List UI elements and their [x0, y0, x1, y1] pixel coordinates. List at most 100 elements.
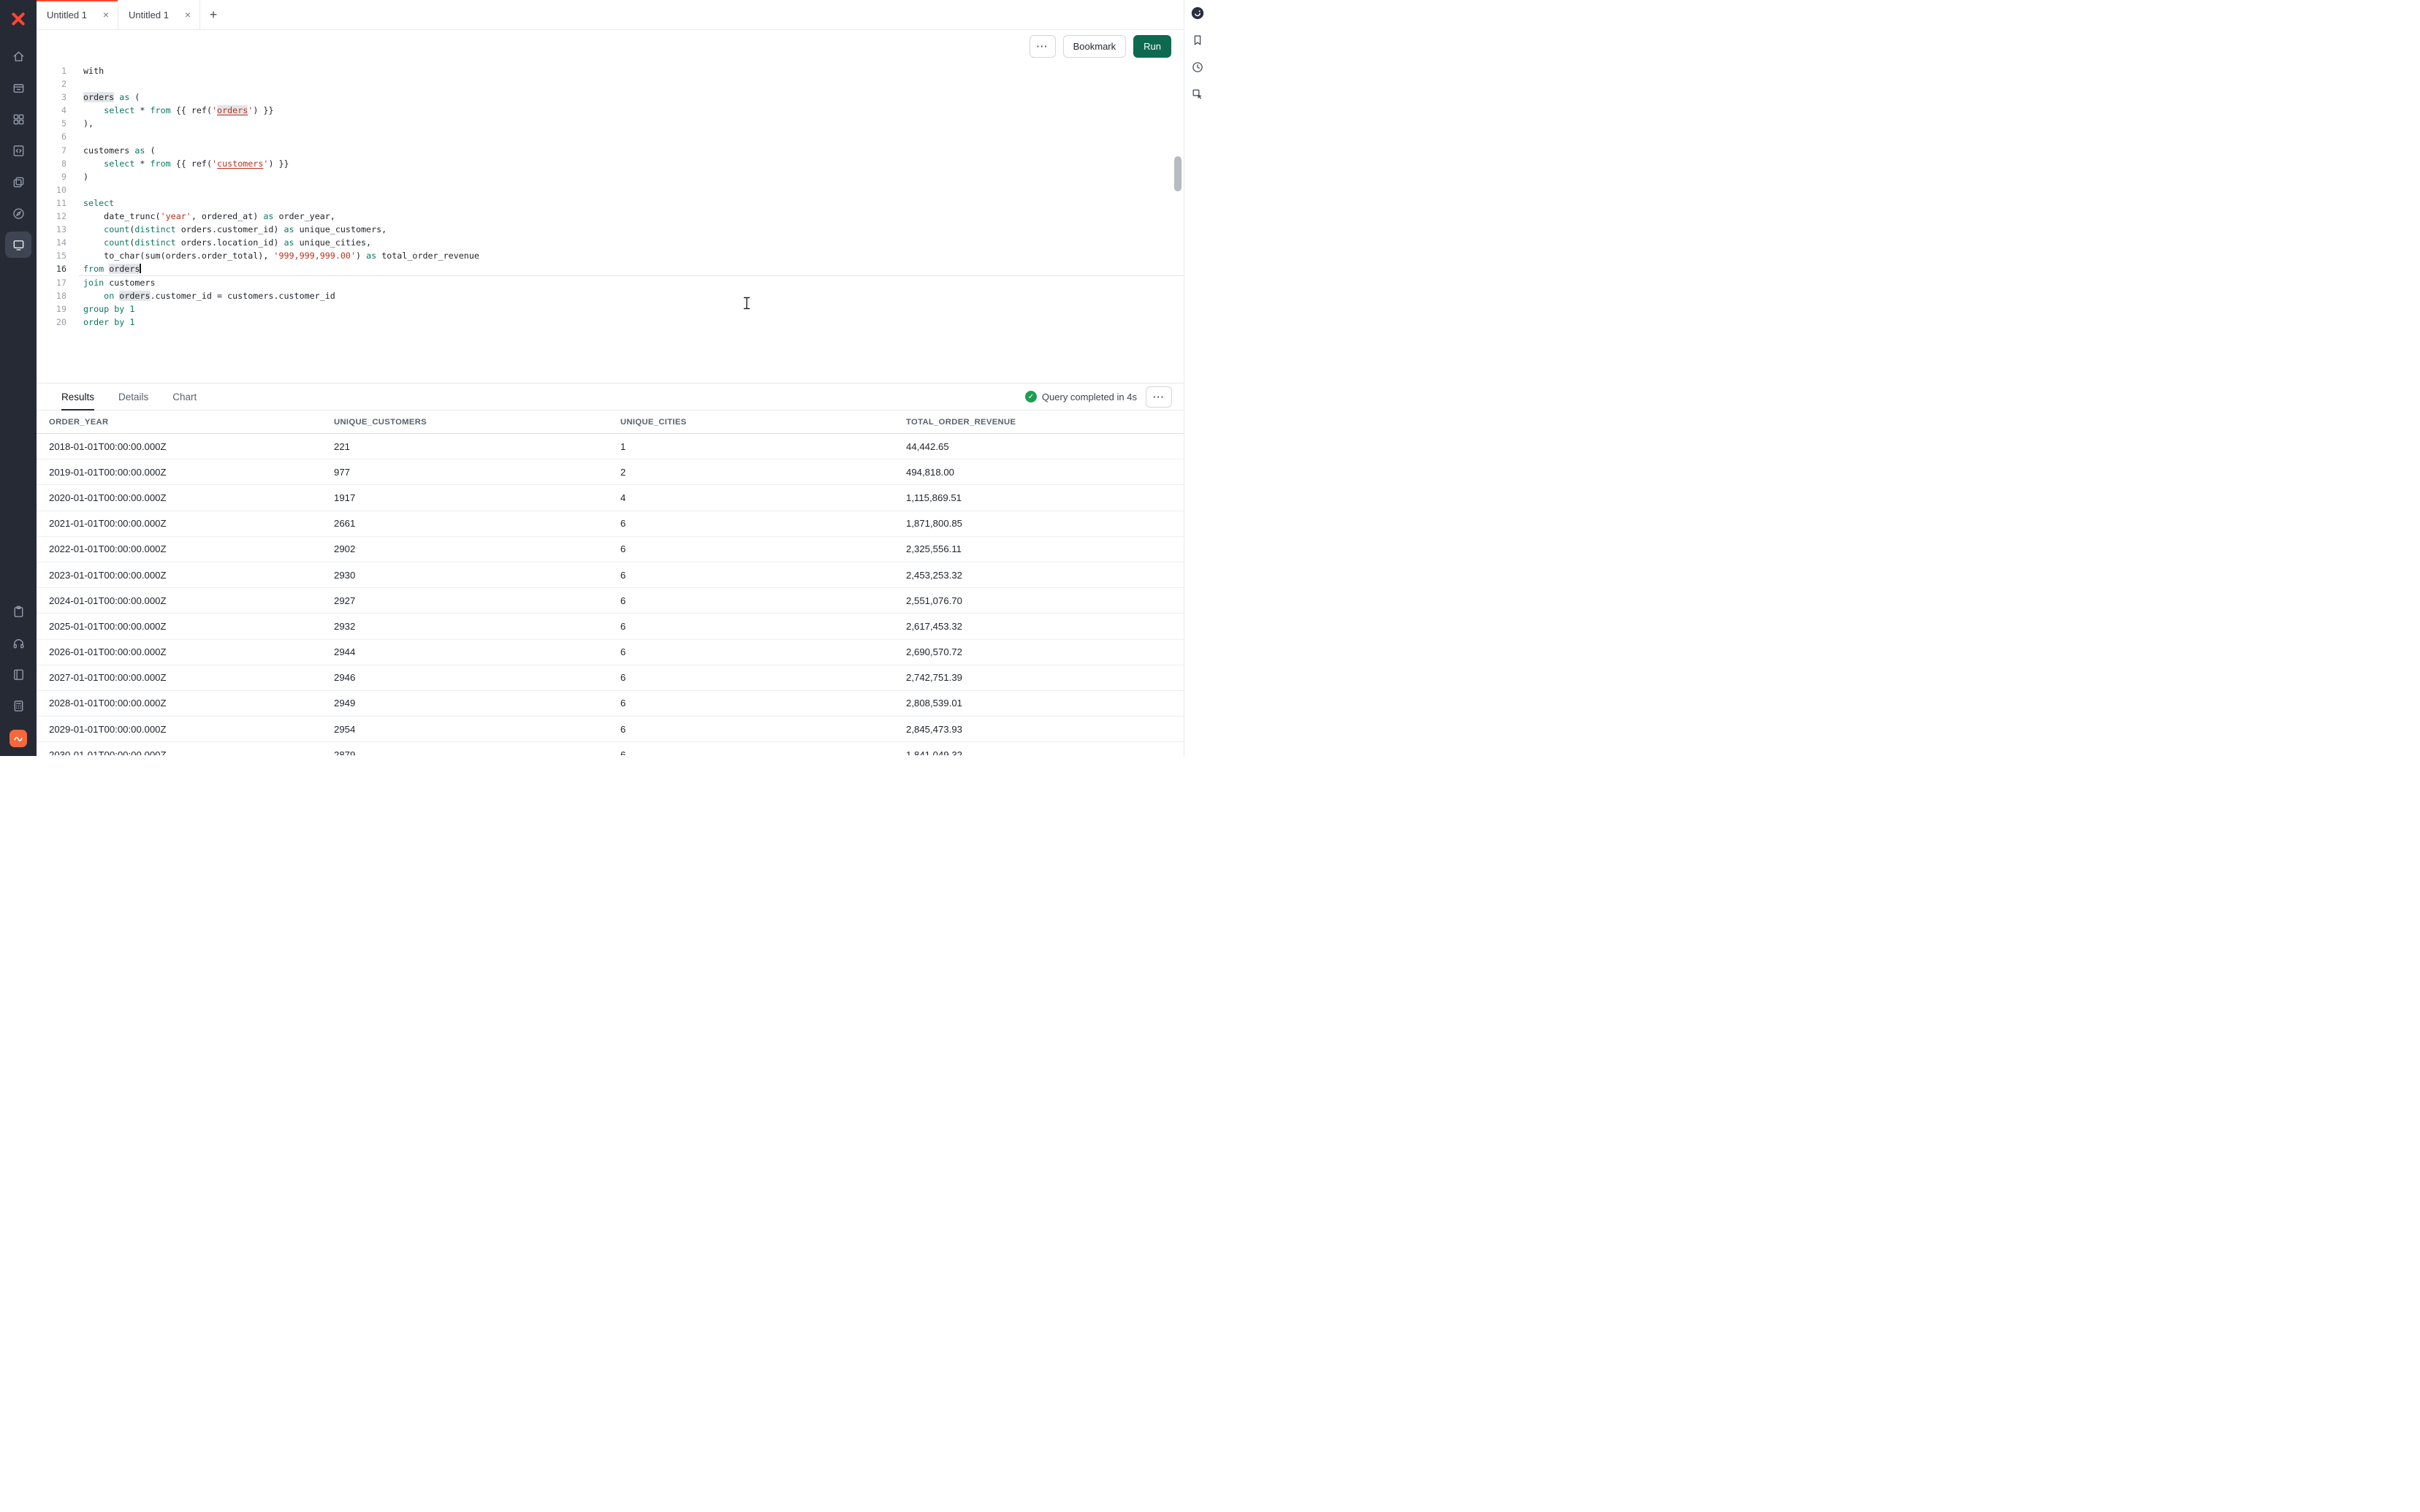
table-row[interactable]: 2027-01-01T00:00:00.000Z294662,742,751.3… — [37, 665, 1184, 691]
table-cell[interactable]: 6 — [620, 646, 906, 657]
code-line[interactable]: 12 date_trunc('year', ordered_at) as ord… — [37, 210, 1184, 223]
code-line[interactable]: 19group by 1 — [37, 302, 1184, 316]
table-cell[interactable]: 6 — [620, 672, 906, 683]
table-cell[interactable]: 2,845,473.93 — [906, 724, 1184, 735]
table-cell[interactable]: 2927 — [334, 595, 620, 606]
editor-tab[interactable]: Untitled 1× — [118, 0, 200, 29]
tab-close-icon[interactable]: × — [183, 9, 192, 20]
table-cell[interactable]: 6 — [620, 518, 906, 529]
column-header[interactable]: UNIQUE_CUSTOMERS — [334, 418, 620, 427]
table-cell[interactable]: 2027-01-01T00:00:00.000Z — [49, 672, 334, 683]
editor-tab[interactable]: Untitled 1× — [37, 0, 118, 29]
table-cell[interactable]: 2,808,539.01 — [906, 698, 1184, 709]
inspect-cursor-icon[interactable] — [1190, 86, 1206, 102]
code-line[interactable]: 3orders as ( — [37, 91, 1184, 104]
nav-explore-compass-icon[interactable] — [5, 200, 31, 226]
table-cell[interactable]: 2020-01-01T00:00:00.000Z — [49, 492, 334, 503]
results-tab-chart[interactable]: Chart — [172, 383, 197, 410]
column-header[interactable]: ORDER_YEAR — [49, 418, 334, 427]
nav-apps-grid-icon[interactable] — [5, 106, 31, 132]
code-line[interactable]: 14 count(distinct orders.location_id) as… — [37, 236, 1184, 249]
table-cell[interactable]: 1 — [620, 441, 906, 452]
workspace-avatar[interactable] — [9, 730, 27, 747]
code-line[interactable]: 15 to_char(sum(orders.order_total), '999… — [37, 249, 1184, 262]
table-cell[interactable]: 2025-01-01T00:00:00.000Z — [49, 621, 334, 632]
table-cell[interactable]: 2030-01-01T00:00:00.000Z — [49, 749, 334, 755]
table-row[interactable]: 2030-01-01T00:00:00.000Z287961,841,049.3… — [37, 742, 1184, 755]
code-line[interactable]: 17join customers — [37, 276, 1184, 289]
table-cell[interactable]: 1,115,869.51 — [906, 492, 1184, 503]
table-cell[interactable]: 6 — [620, 570, 906, 581]
column-header[interactable]: UNIQUE_CITIES — [620, 418, 906, 427]
table-row[interactable]: 2021-01-01T00:00:00.000Z266161,871,800.8… — [37, 511, 1184, 537]
table-cell[interactable]: 2946 — [334, 672, 620, 683]
nav-clipboard-icon[interactable] — [5, 598, 31, 625]
table-cell[interactable]: 2 — [620, 467, 906, 478]
table-cell[interactable]: 4 — [620, 492, 906, 503]
table-cell[interactable]: 2,742,751.39 — [906, 672, 1184, 683]
nav-notebook-icon[interactable] — [5, 661, 31, 687]
tab-close-icon[interactable]: × — [102, 9, 110, 20]
bookmark-button[interactable]: Bookmark — [1063, 35, 1127, 58]
table-cell[interactable]: 2949 — [334, 698, 620, 709]
table-cell[interactable]: 2,453,253.32 — [906, 570, 1184, 581]
table-cell[interactable]: 6 — [620, 749, 906, 755]
editor-scrollbar-thumb[interactable] — [1174, 156, 1182, 191]
table-row[interactable]: 2020-01-01T00:00:00.000Z191741,115,869.5… — [37, 485, 1184, 511]
history-clock-icon[interactable] — [1190, 59, 1206, 75]
table-row[interactable]: 2028-01-01T00:00:00.000Z294962,808,539.0… — [37, 691, 1184, 717]
code-line[interactable]: 18 on orders.customer_id = customers.cus… — [37, 289, 1184, 302]
assistant-icon[interactable] — [1190, 5, 1206, 21]
table-cell[interactable]: 2019-01-01T00:00:00.000Z — [49, 467, 334, 478]
table-cell[interactable]: 221 — [334, 441, 620, 452]
code-line[interactable]: 11select — [37, 196, 1184, 210]
table-row[interactable]: 2029-01-01T00:00:00.000Z295462,845,473.9… — [37, 717, 1184, 742]
code-line[interactable]: 20order by 1 — [37, 316, 1184, 329]
code-line[interactable]: 1with — [37, 64, 1184, 77]
code-line[interactable]: 4 select * from {{ ref('orders') }} — [37, 104, 1184, 117]
results-tab-details[interactable]: Details — [118, 383, 148, 410]
table-cell[interactable]: 2661 — [334, 518, 620, 529]
table-cell[interactable]: 2024-01-01T00:00:00.000Z — [49, 595, 334, 606]
table-row[interactable]: 2024-01-01T00:00:00.000Z292762,551,076.7… — [37, 588, 1184, 614]
table-cell[interactable]: 2029-01-01T00:00:00.000Z — [49, 724, 334, 735]
nav-calculator-icon[interactable] — [5, 692, 31, 719]
table-cell[interactable]: 6 — [620, 621, 906, 632]
code-line[interactable]: 6 — [37, 130, 1184, 143]
code-line[interactable]: 9) — [37, 170, 1184, 183]
table-cell[interactable]: 2021-01-01T00:00:00.000Z — [49, 518, 334, 529]
run-button[interactable]: Run — [1133, 35, 1171, 58]
nav-code-file-icon[interactable] — [5, 137, 31, 164]
table-cell[interactable]: 2028-01-01T00:00:00.000Z — [49, 698, 334, 709]
sql-editor[interactable]: 1with23orders as (4 select * from {{ ref… — [37, 63, 1184, 383]
nav-home-icon[interactable] — [5, 43, 31, 69]
table-cell[interactable]: 2,690,570.72 — [906, 646, 1184, 657]
code-line[interactable]: 5), — [37, 117, 1184, 130]
table-cell[interactable]: 494,818.00 — [906, 467, 1184, 478]
code-line[interactable]: 16from orders — [37, 262, 1184, 275]
results-more-button[interactable]: ··· — [1146, 386, 1172, 408]
table-cell[interactable]: 977 — [334, 467, 620, 478]
table-row[interactable]: 2025-01-01T00:00:00.000Z293262,617,453.3… — [37, 614, 1184, 639]
table-cell[interactable]: 2018-01-01T00:00:00.000Z — [49, 441, 334, 452]
table-row[interactable]: 2019-01-01T00:00:00.000Z9772494,818.00 — [37, 459, 1184, 485]
table-cell[interactable]: 2932 — [334, 621, 620, 632]
nav-studio-terminal-icon[interactable] — [5, 232, 31, 258]
table-cell[interactable]: 2954 — [334, 724, 620, 735]
table-row[interactable]: 2023-01-01T00:00:00.000Z293062,453,253.3… — [37, 562, 1184, 588]
results-tab-results[interactable]: Results — [61, 383, 94, 410]
code-line[interactable]: 8 select * from {{ ref('customers') }} — [37, 157, 1184, 170]
table-cell[interactable]: 1,841,049.32 — [906, 749, 1184, 755]
app-logo-icon[interactable] — [9, 10, 27, 31]
table-cell[interactable]: 6 — [620, 698, 906, 709]
table-cell[interactable]: 6 — [620, 543, 906, 554]
table-cell[interactable]: 6 — [620, 724, 906, 735]
code-line[interactable]: 7customers as ( — [37, 144, 1184, 157]
nav-windows-icon[interactable] — [5, 169, 31, 195]
table-cell[interactable]: 44,442.65 — [906, 441, 1184, 452]
table-cell[interactable]: 6 — [620, 595, 906, 606]
table-row[interactable]: 2026-01-01T00:00:00.000Z294462,690,570.7… — [37, 640, 1184, 665]
table-cell[interactable]: 2944 — [334, 646, 620, 657]
new-tab-button[interactable]: + — [200, 0, 227, 29]
table-cell[interactable]: 2,551,076.70 — [906, 595, 1184, 606]
